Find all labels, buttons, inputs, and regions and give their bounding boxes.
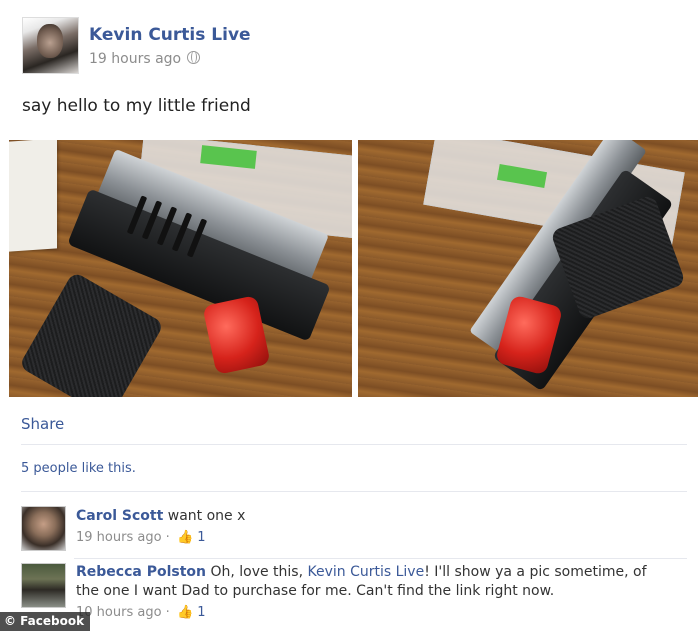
divider: [21, 444, 687, 445]
commenter-name-link[interactable]: Rebecca Polston: [76, 564, 206, 580]
comment-body-start: Oh, love this,: [206, 564, 308, 580]
avatar[interactable]: [21, 506, 66, 551]
comment-meta: 19 hours ago · 👍 1: [76, 530, 206, 545]
meta-separator: ·: [161, 605, 174, 620]
likes-summary-link[interactable]: 5 people like this.: [21, 461, 136, 476]
author-name-link[interactable]: Kevin Curtis Live: [89, 25, 251, 45]
comment-like-count[interactable]: 1: [197, 530, 205, 545]
comment-timestamp[interactable]: 19 hours ago: [76, 530, 162, 545]
post-timestamp[interactable]: 19 hours ago: [89, 51, 181, 67]
post-photo-right[interactable]: [358, 140, 698, 397]
share-link[interactable]: Share: [21, 415, 64, 433]
divider: [21, 491, 687, 492]
thumbs-up-icon[interactable]: 👍: [177, 605, 193, 620]
facebook-watermark: © Facebook: [0, 612, 91, 631]
comment-rebecca-polston: Rebecca Polston Oh, love this, Kevin Cur…: [21, 563, 681, 623]
meta-separator: ·: [161, 530, 174, 545]
post-photo-left[interactable]: [9, 140, 352, 397]
comment-carol-scott: Carol Scott want one x 19 hours ago · 👍 …: [21, 506, 681, 554]
author-avatar[interactable]: [22, 17, 79, 74]
avatar[interactable]: [21, 563, 66, 608]
comment-meta: 10 hours ago · 👍 1: [76, 605, 206, 620]
divider: [74, 558, 687, 559]
commenter-name-link[interactable]: Carol Scott: [76, 508, 163, 524]
comment-body: want one x: [163, 508, 246, 524]
comment-like-count[interactable]: 1: [197, 605, 205, 620]
status-text: say hello to my little friend: [22, 96, 251, 116]
post-meta: 19 hours ago: [89, 51, 201, 67]
tagged-name-link[interactable]: Kevin Curtis Live: [308, 564, 425, 580]
thumbs-up-icon[interactable]: 👍: [177, 530, 193, 545]
comment-text: Rebecca Polston Oh, love this, Kevin Cur…: [76, 563, 661, 601]
comment-text: Carol Scott want one x: [76, 507, 245, 526]
globe-icon[interactable]: [187, 51, 201, 64]
